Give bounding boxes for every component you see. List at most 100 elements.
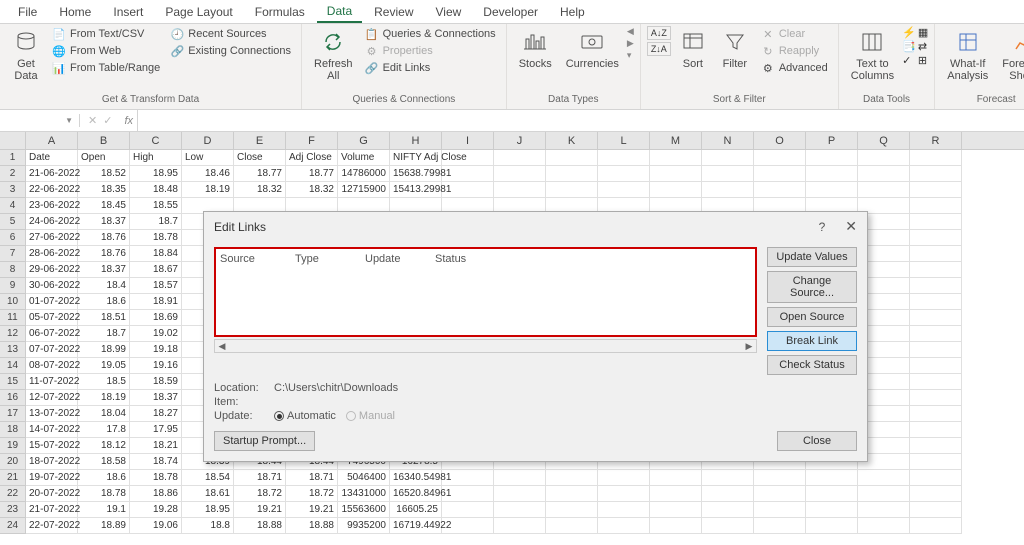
row-header[interactable]: 21 xyxy=(0,470,26,486)
tab-review[interactable]: Review xyxy=(364,2,423,22)
cell[interactable]: 18.19 xyxy=(78,390,130,406)
row-header[interactable]: 12 xyxy=(0,326,26,342)
cell[interactable]: 18.51 xyxy=(78,310,130,326)
cell[interactable] xyxy=(910,230,962,246)
currencies-button[interactable]: Currencies xyxy=(560,26,625,72)
cell[interactable] xyxy=(598,470,650,486)
row-header[interactable]: 1 xyxy=(0,150,26,166)
tab-data[interactable]: Data xyxy=(317,1,362,23)
cell[interactable] xyxy=(910,214,962,230)
cell[interactable]: Adj Close xyxy=(286,150,338,166)
cell[interactable] xyxy=(806,182,858,198)
cell[interactable] xyxy=(546,166,598,182)
cell[interactable] xyxy=(910,438,962,454)
cell[interactable]: 18.19 xyxy=(182,182,234,198)
advanced-button[interactable]: ⚙Advanced xyxy=(757,60,832,76)
enter-icon[interactable]: ✓ xyxy=(103,114,112,127)
row-header[interactable]: 22 xyxy=(0,486,26,502)
cell[interactable]: 18.32 xyxy=(286,182,338,198)
tab-developer[interactable]: Developer xyxy=(473,2,548,22)
cell[interactable]: 15-07-2022 xyxy=(26,438,78,454)
cell[interactable] xyxy=(442,182,494,198)
links-listbox[interactable]: Source Type Update Status xyxy=(214,247,757,337)
cell[interactable]: 18.71 xyxy=(234,470,286,486)
cell[interactable] xyxy=(754,518,806,534)
cell[interactable]: 18.52 xyxy=(78,166,130,182)
cell[interactable]: 18.7 xyxy=(78,326,130,342)
cell[interactable] xyxy=(546,502,598,518)
data-validation-button[interactable]: ✓ xyxy=(902,54,916,67)
cell[interactable] xyxy=(858,182,910,198)
cell[interactable]: 19.21 xyxy=(234,502,286,518)
whatif-button[interactable]: What-If Analysis xyxy=(941,26,994,84)
cell[interactable]: 5046400 xyxy=(338,470,390,486)
cell[interactable]: 18.21 xyxy=(130,438,182,454)
cell[interactable]: 18.6 xyxy=(78,470,130,486)
tab-page-layout[interactable]: Page Layout xyxy=(155,2,242,22)
cell[interactable]: 16719.44922 xyxy=(390,518,442,534)
reapply-button[interactable]: ↻Reapply xyxy=(757,43,832,59)
cell[interactable] xyxy=(858,518,910,534)
cell[interactable]: 16520.84961 xyxy=(390,486,442,502)
column-header[interactable]: A xyxy=(26,132,78,149)
chevron-left-icon[interactable]: ◀ xyxy=(627,26,634,37)
col-status[interactable]: Status xyxy=(435,253,466,265)
column-header[interactable]: M xyxy=(650,132,702,149)
cell[interactable] xyxy=(754,150,806,166)
cell[interactable]: 08-07-2022 xyxy=(26,358,78,374)
cell[interactable] xyxy=(494,486,546,502)
cell[interactable]: 18.59 xyxy=(130,374,182,390)
row-header[interactable]: 7 xyxy=(0,246,26,262)
cell[interactable] xyxy=(494,518,546,534)
cell[interactable] xyxy=(702,150,754,166)
cell[interactable] xyxy=(910,262,962,278)
cell[interactable] xyxy=(754,470,806,486)
cell[interactable]: 18.76 xyxy=(78,246,130,262)
tab-home[interactable]: Home xyxy=(49,2,101,22)
cell[interactable] xyxy=(598,182,650,198)
row-header[interactable]: 24 xyxy=(0,518,26,534)
data-model-button[interactable]: ⊞ xyxy=(918,54,928,67)
cell[interactable] xyxy=(910,294,962,310)
row-header[interactable]: 9 xyxy=(0,278,26,294)
recent-sources-button[interactable]: 🕘Recent Sources xyxy=(166,26,295,42)
properties-button[interactable]: ⚙Properties xyxy=(361,43,500,59)
cell[interactable] xyxy=(806,502,858,518)
column-header[interactable]: D xyxy=(182,132,234,149)
cell[interactable]: 18.04 xyxy=(78,406,130,422)
cell[interactable]: 18.55 xyxy=(130,198,182,214)
sort-za-button[interactable]: Z↓A xyxy=(647,42,671,56)
cell[interactable]: 05-07-2022 xyxy=(26,310,78,326)
cell[interactable]: 11-07-2022 xyxy=(26,374,78,390)
cell[interactable]: 18.37 xyxy=(130,390,182,406)
cell[interactable]: 18.48 xyxy=(130,182,182,198)
tab-file[interactable]: File xyxy=(8,2,47,22)
cell[interactable]: 18.91 xyxy=(130,294,182,310)
from-web-button[interactable]: 🌐From Web xyxy=(48,43,164,59)
cell[interactable] xyxy=(858,150,910,166)
cell[interactable]: 18.32 xyxy=(234,182,286,198)
column-header[interactable]: G xyxy=(338,132,390,149)
col-type[interactable]: Type xyxy=(295,253,335,265)
startup-prompt-button[interactable]: Startup Prompt... xyxy=(214,431,315,451)
cell[interactable]: 13431000 xyxy=(338,486,390,502)
cell[interactable] xyxy=(754,502,806,518)
cell[interactable] xyxy=(442,518,494,534)
change-source-button[interactable]: Change Source... xyxy=(767,271,857,303)
cell[interactable] xyxy=(702,502,754,518)
cell[interactable]: 18.67 xyxy=(130,262,182,278)
cell[interactable]: 18.77 xyxy=(234,166,286,182)
refresh-all-button[interactable]: Refresh All xyxy=(308,26,359,84)
cell[interactable]: 06-07-2022 xyxy=(26,326,78,342)
row-header[interactable]: 20 xyxy=(0,454,26,470)
column-header[interactable]: C xyxy=(130,132,182,149)
cell[interactable]: 18.78 xyxy=(130,230,182,246)
cell[interactable] xyxy=(546,182,598,198)
row-header[interactable]: 18 xyxy=(0,422,26,438)
cell[interactable]: 13-07-2022 xyxy=(26,406,78,422)
cell[interactable]: High xyxy=(130,150,182,166)
cell[interactable]: 07-07-2022 xyxy=(26,342,78,358)
cell[interactable] xyxy=(910,198,962,214)
cell[interactable]: 18.95 xyxy=(182,502,234,518)
cell[interactable]: 18.6 xyxy=(78,294,130,310)
